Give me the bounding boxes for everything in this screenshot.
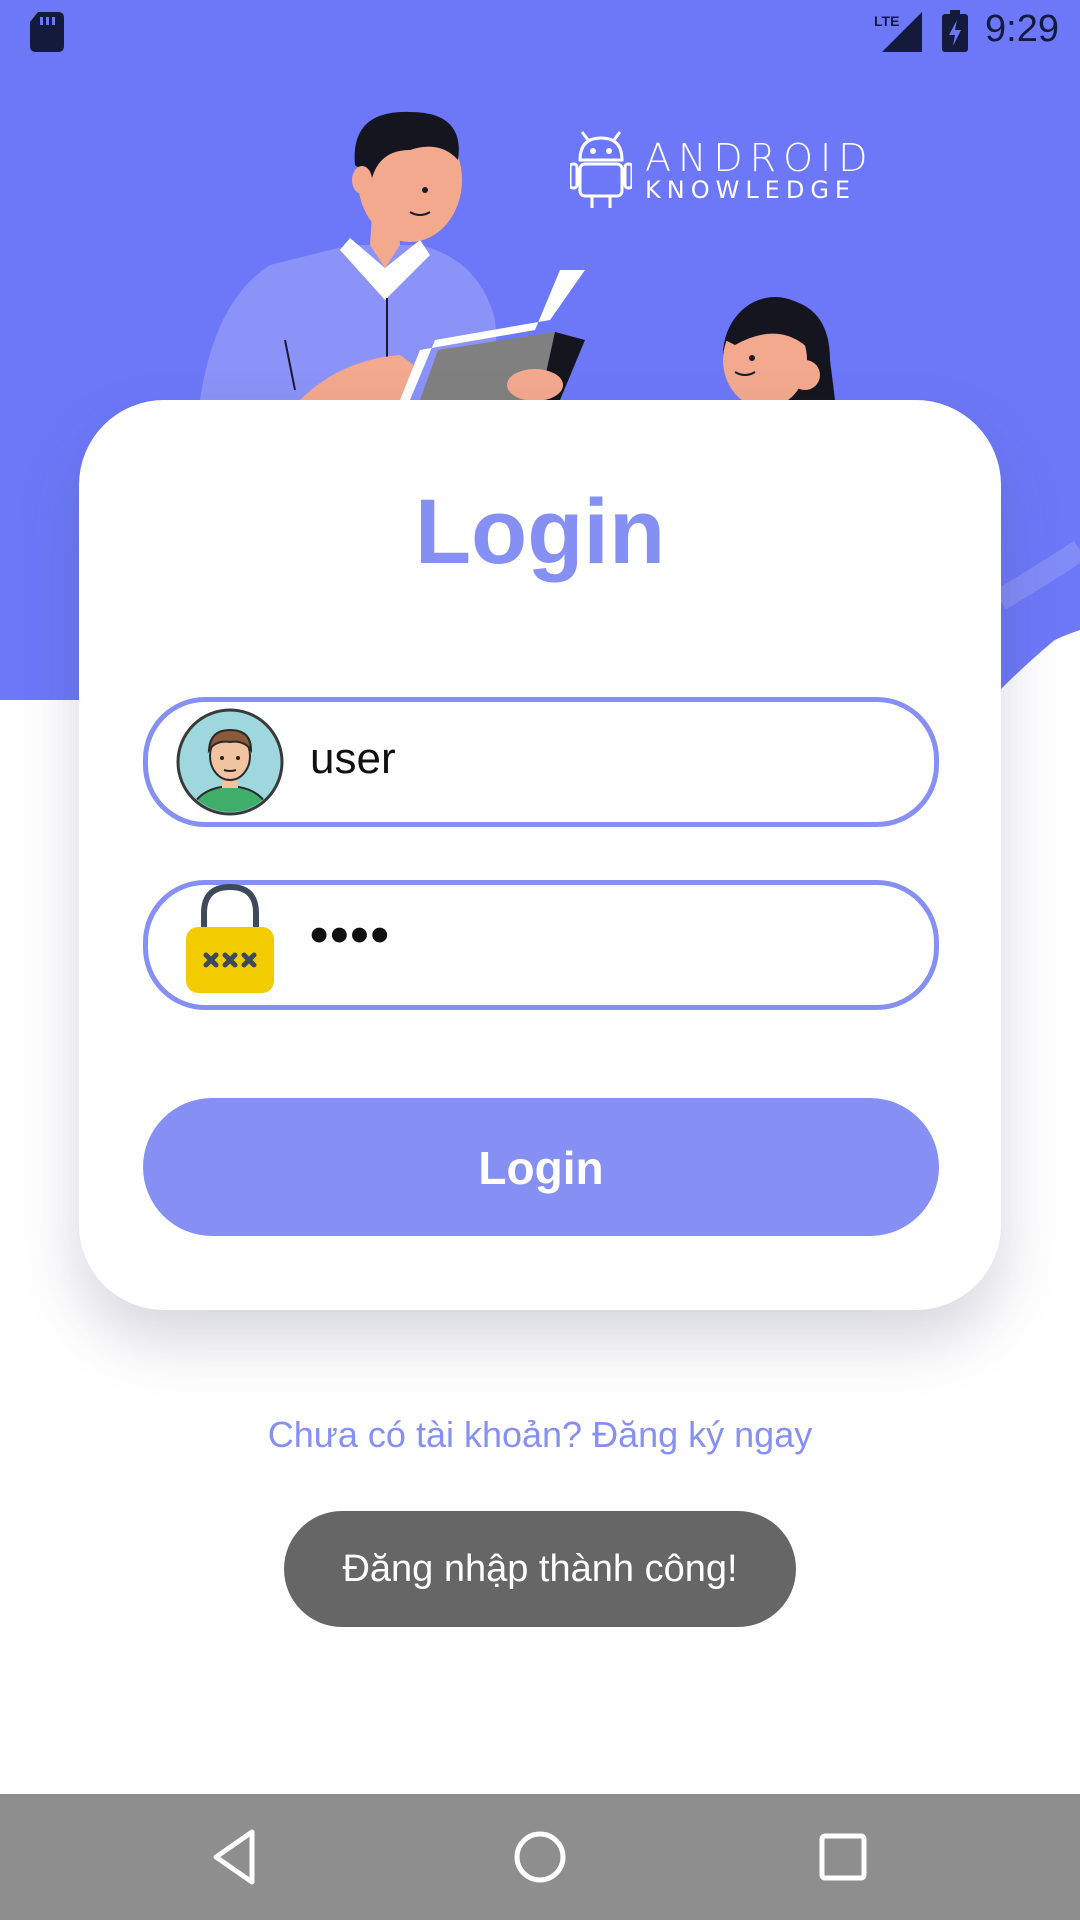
svg-text:LTE: LTE — [874, 13, 899, 29]
sd-card-icon — [30, 12, 64, 52]
android-robot-icon — [570, 131, 632, 208]
padlock-icon — [186, 883, 274, 993]
back-icon[interactable] — [204, 1824, 270, 1890]
logo-line1: ANDROID — [645, 136, 875, 180]
login-card: Login user •••• Login — [79, 400, 1001, 1310]
login-title: Login — [414, 481, 666, 583]
username-field[interactable]: user — [143, 697, 939, 827]
status-time: 9:29 — [985, 8, 1059, 50]
home-icon[interactable] — [507, 1824, 573, 1890]
status-bar: LTE 9:29 — [0, 0, 1080, 64]
register-link[interactable]: Chưa có tài khoản? Đăng ký ngay — [0, 1414, 1080, 1456]
logo-line2: KNOWLEDGE — [645, 176, 857, 204]
battery-charging-icon — [942, 10, 968, 52]
user-avatar-icon — [176, 708, 284, 816]
toast-message: Đăng nhập thành công! — [284, 1511, 796, 1627]
navigation-bar — [0, 1794, 1080, 1920]
login-button[interactable]: Login — [143, 1098, 939, 1236]
android-knowledge-logo: ANDROID KNOWLEDGE — [570, 130, 867, 210]
recents-icon[interactable] — [810, 1824, 876, 1890]
password-value[interactable]: •••• — [310, 905, 391, 965]
password-field[interactable]: •••• — [143, 880, 939, 1010]
username-value[interactable]: user — [310, 734, 396, 784]
signal-lte-icon: LTE — [874, 12, 922, 52]
